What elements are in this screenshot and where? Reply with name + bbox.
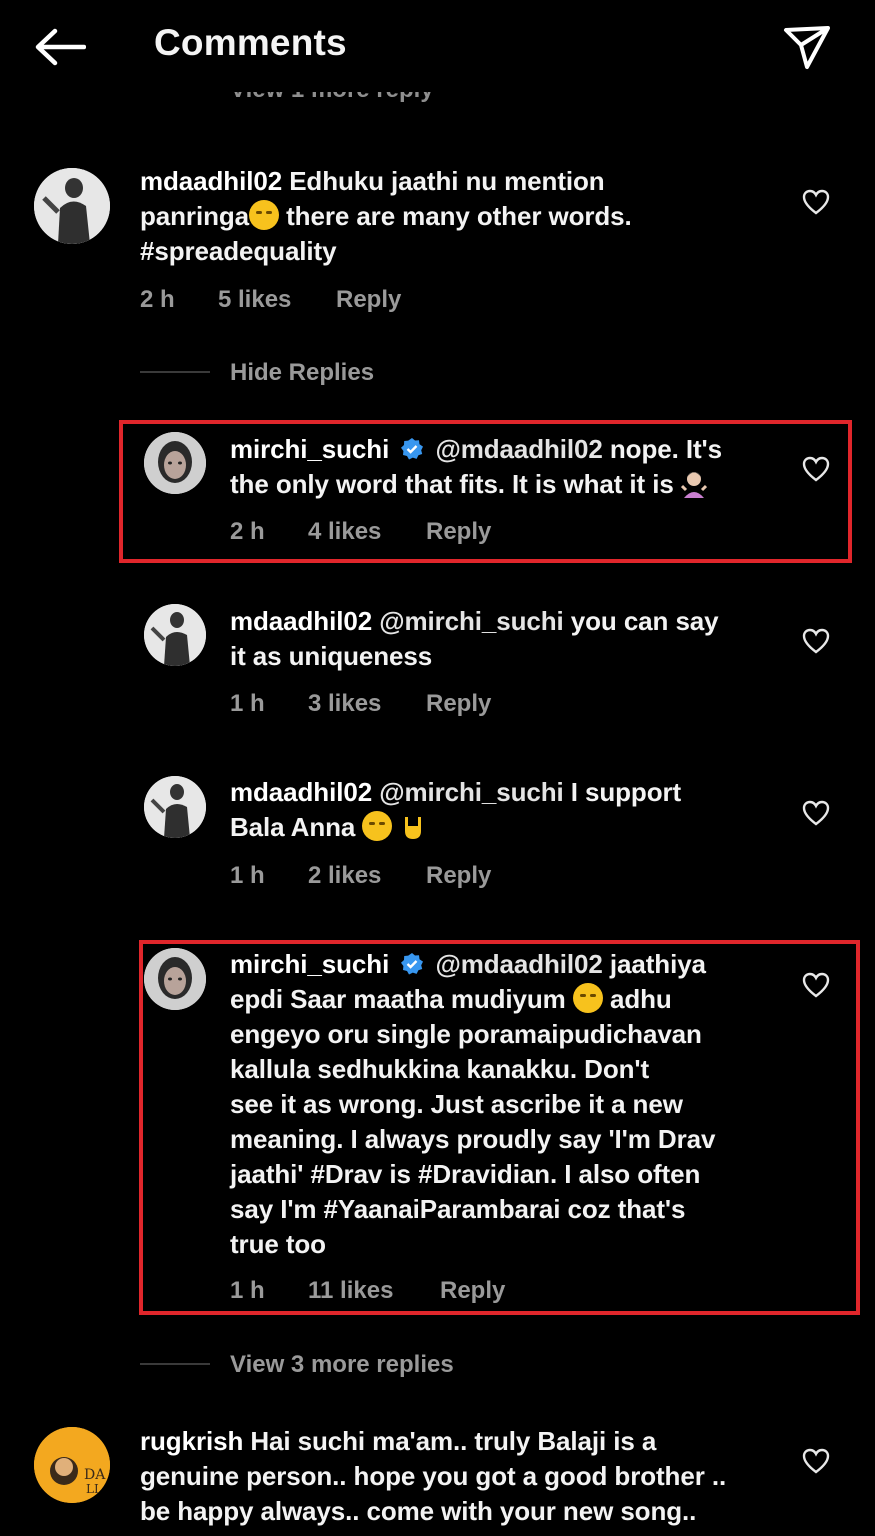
replies-divider xyxy=(140,371,210,373)
view-more-replies-button[interactable]: View 3 more replies xyxy=(230,1351,454,1379)
svg-text:DA: DA xyxy=(84,1467,106,1483)
verified-badge-icon xyxy=(401,953,424,975)
mention-link[interactable]: @mirchi_suchi xyxy=(379,777,564,807)
comment-body-line: genuine person.. hope you got a good bro… xyxy=(140,1461,727,1491)
rock-on-hand-icon xyxy=(404,817,421,839)
comment-meta: 2 h 5 likes Reply xyxy=(140,286,401,314)
comment-body-line: engeyo oru single poramaipudichavan xyxy=(230,1019,702,1049)
comment-text: rugkrish Hai suchi ma'am.. truly Balaji … xyxy=(140,1424,790,1529)
heart-icon[interactable] xyxy=(802,1448,830,1474)
comment-username[interactable]: rugkrish xyxy=(140,1426,243,1456)
comment-username[interactable]: mdaadhil02 xyxy=(230,606,372,636)
comment-username[interactable]: mirchi_suchi xyxy=(230,949,389,979)
comment-likes[interactable]: 4 likes xyxy=(308,518,426,546)
comment-meta: 1 h 2 likes Reply xyxy=(230,862,491,890)
reply-button[interactable]: Reply xyxy=(440,1277,505,1305)
comment-body-line: Edhuku jaathi nu mention xyxy=(289,166,605,196)
avatar[interactable] xyxy=(144,948,206,1010)
reply-button[interactable]: Reply xyxy=(426,518,491,546)
verified-badge-icon xyxy=(401,438,424,460)
replies-divider xyxy=(140,1363,210,1365)
comment-meta: 1 h 3 likes Reply xyxy=(230,690,491,718)
comment-body-line: adhu xyxy=(609,984,672,1014)
comment-body-line: you can say xyxy=(570,606,719,636)
heart-icon[interactable] xyxy=(802,456,830,482)
mention-link[interactable]: @mdaadhil02 xyxy=(435,434,602,464)
comment-time: 1 h xyxy=(230,690,265,717)
hide-replies-button[interactable]: Hide Replies xyxy=(230,359,374,387)
svg-text:LI: LI xyxy=(86,1482,99,1496)
comment-text: mirchi_suchi @mdaadhil02 nope. It's the … xyxy=(230,432,790,502)
smile-emoji-icon xyxy=(362,811,393,841)
comment-text: mirchi_suchi @mdaadhil02 jaathiya epdi S… xyxy=(230,947,790,1262)
comment-body-line: be happy always.. come with your new son… xyxy=(140,1496,697,1526)
heart-icon[interactable] xyxy=(802,972,830,998)
hashtag-link[interactable]: #spreadequality xyxy=(140,236,337,266)
comment-username[interactable]: mirchi_suchi xyxy=(230,434,389,464)
comment-body-line: see it as wrong. Just ascribe it a new xyxy=(230,1089,683,1119)
heart-icon[interactable] xyxy=(802,628,830,654)
comment-body-line: meaning. I always proudly say 'I'm Drav xyxy=(230,1124,716,1154)
comment-likes[interactable]: 11 likes xyxy=(308,1277,440,1305)
comment-body-line: it as uniqueness xyxy=(230,641,433,671)
comment-body-line: Hai suchi ma'am.. truly Balaji is a xyxy=(250,1426,657,1456)
mention-link[interactable]: @mdaadhil02 xyxy=(435,949,602,979)
comment-body-line: I support xyxy=(570,777,682,807)
comment-meta: 1 h 11 likes Reply xyxy=(230,1277,505,1305)
comment-body-line: there are many other words. xyxy=(279,201,632,231)
comment-body-line: nope. It's xyxy=(609,434,722,464)
comment-time: 1 h xyxy=(230,862,265,889)
comment-body-line: jaathi' #Drav is #Dravidian. I also ofte… xyxy=(230,1159,701,1189)
comment-text: mdaadhil02 @mirchi_suchi you can say it … xyxy=(230,604,790,674)
heart-icon[interactable] xyxy=(802,189,830,215)
pensive-emoji-icon xyxy=(572,983,603,1013)
comment-body-line: jaathiya xyxy=(609,949,706,979)
comment-meta: 2 h 4 likes Reply xyxy=(230,518,491,546)
comment-username[interactable]: mdaadhil02 xyxy=(140,166,282,196)
comment-body-line: say I'm #YaanaiParambarai coz that's xyxy=(230,1194,686,1224)
reply-button[interactable]: Reply xyxy=(426,862,491,890)
avatar[interactable] xyxy=(144,604,206,666)
comment-likes[interactable]: 3 likes xyxy=(308,690,426,718)
avatar[interactable] xyxy=(144,432,206,494)
mention-link[interactable]: @mirchi_suchi xyxy=(379,606,564,636)
back-arrow-icon[interactable] xyxy=(34,28,86,66)
unamused-emoji-icon xyxy=(249,200,279,230)
view-more-reply-cutoff[interactable]: View 1 more reply xyxy=(230,92,434,112)
header-bar: Comments xyxy=(0,0,875,95)
comment-username[interactable]: mdaadhil02 xyxy=(230,777,372,807)
comment-body-line: true too xyxy=(230,1229,326,1259)
heart-icon[interactable] xyxy=(802,800,830,826)
comment-likes[interactable]: 5 likes xyxy=(218,286,336,314)
comment-body-line: panringa xyxy=(140,201,249,231)
avatar[interactable]: DA LI xyxy=(34,1427,110,1503)
comment-time: 2 h xyxy=(140,286,175,313)
avatar[interactable] xyxy=(34,168,110,244)
page-title: Comments xyxy=(154,22,347,63)
comment-body-line: the only word that fits. It is what it i… xyxy=(230,469,674,499)
shrug-emoji-icon xyxy=(680,472,707,498)
reply-button[interactable]: Reply xyxy=(336,286,401,314)
comment-time: 2 h xyxy=(230,518,265,545)
comment-time: 1 h xyxy=(230,1277,265,1304)
avatar[interactable] xyxy=(144,776,206,838)
comment-body-line: kallula sedhukkina kanakku. Don't xyxy=(230,1054,650,1084)
send-icon[interactable] xyxy=(782,24,832,70)
comment-text: mdaadhil02 @mirchi_suchi I support Bala … xyxy=(230,775,790,845)
comment-body-line: epdi Saar maatha mudiyum xyxy=(230,984,566,1014)
reply-button[interactable]: Reply xyxy=(426,690,491,718)
comment-likes[interactable]: 2 likes xyxy=(308,862,426,890)
comment-body-line: Bala Anna xyxy=(230,812,356,842)
comment-text: mdaadhil02 Edhuku jaathi nu mention panr… xyxy=(140,164,760,269)
